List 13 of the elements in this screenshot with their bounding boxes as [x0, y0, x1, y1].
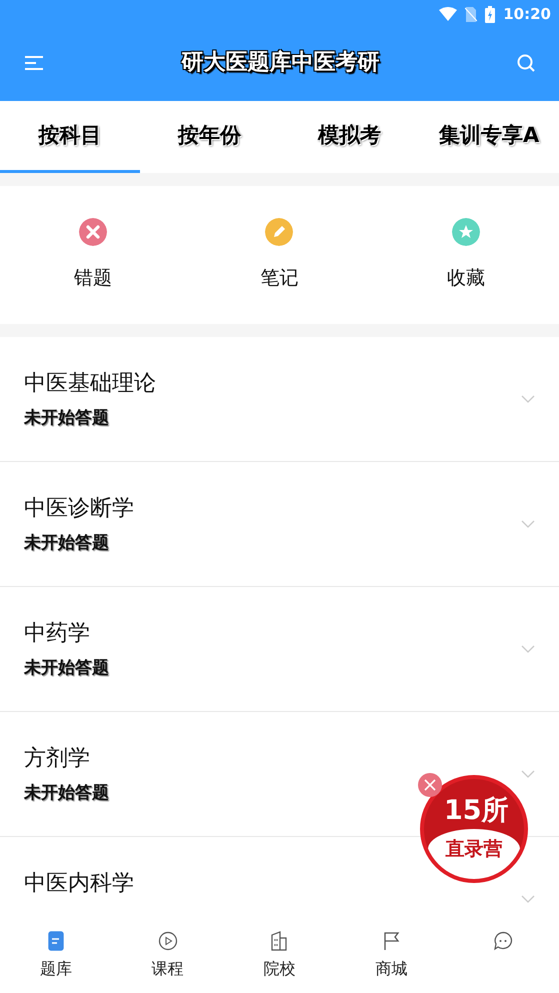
subject-status: 未开始答题: [24, 782, 109, 805]
promo-caption: 直录营: [428, 829, 520, 879]
subject-name: 中医内科学: [24, 870, 134, 898]
promo-number: 15所: [444, 794, 509, 828]
app-title: 研大医题库中医考研: [182, 48, 380, 76]
subject-name: 方剂学: [24, 745, 91, 773]
subject-name: 中药学: [24, 620, 91, 648]
subject-status: 未开始答题: [24, 657, 109, 680]
subject-status: 未开始答题: [24, 407, 110, 430]
subject-name: 中医基础理论: [24, 370, 156, 398]
subject-name: 中医诊断学: [24, 495, 134, 523]
subject-status: 未开始答题: [24, 532, 110, 555]
status-time: 10:20: [503, 4, 551, 25]
